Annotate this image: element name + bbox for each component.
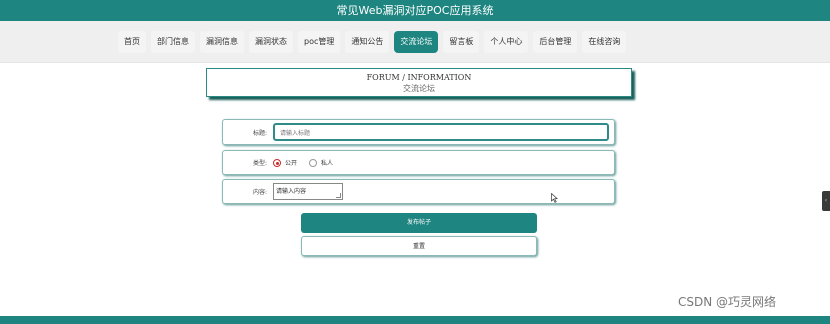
nav-item-profile[interactable]: 个人中心 <box>484 30 529 53</box>
side-collapse-tab[interactable]: ‹ <box>822 191 830 211</box>
nav-item-online-consult[interactable]: 在线咨询 <box>582 30 627 53</box>
nav-item-vuln-status[interactable]: 漏洞状态 <box>249 30 293 53</box>
title-label: 标题: <box>252 129 267 137</box>
nav-item-admin[interactable]: 后台管理 <box>533 30 578 53</box>
radio-unselected-icon[interactable] <box>309 158 318 167</box>
nav-item-message-board[interactable]: 留言板 <box>443 30 480 53</box>
type-radio-private[interactable]: 私人 <box>309 158 333 167</box>
type-row: 类型: 公开 私人 <box>222 150 615 175</box>
nav-item-home[interactable]: 首页 <box>118 30 146 53</box>
type-label: 类型: <box>252 160 267 167</box>
page: 常见Web漏洞对应POC应用系统 首页 部门信息 漏洞信息 漏洞状态 poc管理… <box>0 0 830 324</box>
radio-selected-icon[interactable] <box>273 158 281 167</box>
reset-button[interactable]: 重置 <box>301 236 537 256</box>
title-row: 标题: 请输入标题 <box>222 119 615 145</box>
type-option-private-label: 私人 <box>321 160 334 167</box>
type-radio-public[interactable]: 公开 <box>273 158 297 167</box>
main-nav: 首页 部门信息 漏洞信息 漏洞状态 poc管理 通知公告 交流论坛 留言板 个人… <box>0 21 830 63</box>
title-input[interactable]: 请输入标题 <box>273 123 609 141</box>
nav-item-poc-management[interactable]: poc管理 <box>298 30 341 53</box>
watermark: CSDN @巧灵网络 <box>678 295 777 309</box>
content-textarea[interactable]: 请输入内容 <box>273 183 343 200</box>
banner-title-cn: 交流论坛 <box>403 84 435 93</box>
nav-item-notices[interactable]: 通知公告 <box>345 30 390 53</box>
nav-item-forum[interactable]: 交流论坛 <box>394 30 439 53</box>
type-option-public-label: 公开 <box>285 160 298 167</box>
banner-title-en: FORUM / INFORMATION <box>366 73 472 82</box>
mouse-cursor-icon <box>551 193 558 203</box>
section-banner: FORUM / INFORMATION 交流论坛 <box>206 68 632 97</box>
footer-bar <box>0 316 830 324</box>
publish-post-button[interactable]: 发布帖子 <box>301 213 537 233</box>
nav-item-departments[interactable]: 部门信息 <box>151 30 195 53</box>
nav-item-vulnerabilities[interactable]: 漏洞信息 <box>200 30 244 53</box>
app-title: 常见Web漏洞对应POC应用系统 <box>0 0 830 21</box>
content-label: 内容: <box>252 189 267 196</box>
